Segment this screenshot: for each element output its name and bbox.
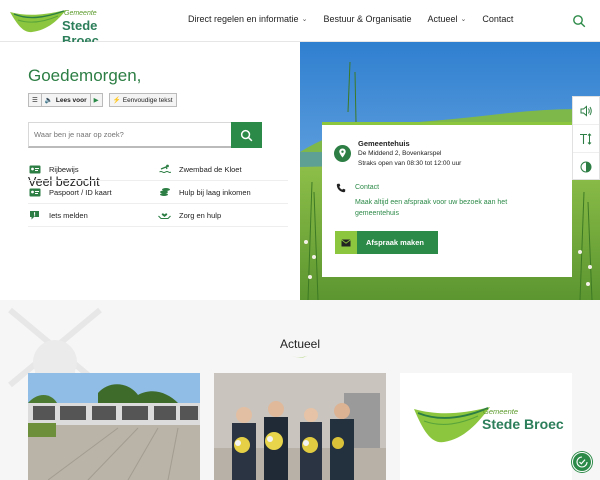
- lees-voor-label: Lees voor: [55, 96, 87, 104]
- logo-leaf-icon: [10, 10, 66, 33]
- logo-line1: Gemeente: [64, 10, 97, 17]
- quicklink-zorg-en-hulp[interactable]: Zorg en hulp: [158, 204, 288, 226]
- afspraak-note-link[interactable]: Maak altijd een afspraak voor uw bezoek …: [355, 197, 535, 219]
- site-logo[interactable]: Gemeente Stede Broec: [8, 6, 128, 48]
- contrast-icon: [580, 161, 592, 173]
- quicklink-label: Iets melden: [49, 210, 88, 220]
- lightning-icon: ⚡: [112, 97, 121, 104]
- read-aloud-control: ☰ 🔈 Lees voor ▶: [28, 93, 103, 107]
- list-row: Iets melden Zorg en hulp: [28, 204, 288, 227]
- page: Gemeente Stede Broec Direct regelen en i…: [0, 0, 600, 480]
- quicklink-label: Hulp bij laag inkomen: [179, 187, 251, 197]
- list-row: Rijbewijs Zwembad de Kloet: [28, 158, 288, 181]
- list-row: Paspoort / ID kaart Hulp bij laag inkome…: [28, 181, 288, 204]
- accessibility-check-icon: [576, 456, 588, 468]
- quicklink-hulp-laag-inkomen[interactable]: Hulp bij laag inkomen: [158, 181, 288, 203]
- speaker-icon: [580, 104, 592, 117]
- eenvoudige-tekst-label: Eenvoudige tekst: [122, 96, 173, 104]
- quicklink-iets-melden[interactable]: Iets melden: [28, 204, 158, 226]
- nav-item-contact[interactable]: Contact: [482, 14, 513, 24]
- contact-link[interactable]: Contact: [355, 184, 379, 191]
- id-card-icon: [28, 187, 41, 197]
- phone-icon: [336, 183, 346, 193]
- read-aloud-toolbar: ☰ 🔈 Lees voor ▶ ⚡ Eenvoudige tekst: [28, 93, 183, 107]
- news-card[interactable]: Gemeente Stede Broec: [400, 373, 572, 480]
- gemeentehuis-opening-hours: Straks open van 08:30 tot 12:00 uur: [358, 160, 462, 167]
- news-card[interactable]: [28, 373, 200, 480]
- id-card-icon: [28, 164, 41, 174]
- quicklink-zwembad[interactable]: Zwembad de Kloet: [158, 158, 288, 180]
- afspraak-maken-label: Afspraak maken: [366, 238, 424, 247]
- site-search: [28, 122, 262, 148]
- envelope-icon: [335, 231, 357, 254]
- contrast-button[interactable]: [573, 153, 599, 181]
- logo-line2: Stede Broec: [482, 416, 564, 432]
- quicklink-label: Rijbewijs: [49, 164, 79, 174]
- swimmer-icon: [158, 164, 171, 174]
- search-submit-button[interactable]: [231, 122, 262, 148]
- heading-underline-leaf-icon: [292, 355, 308, 358]
- map-pin-icon: [334, 145, 351, 162]
- news-card[interactable]: [214, 373, 386, 480]
- text-size-icon: [580, 132, 592, 145]
- nav-item-direct-regelen[interactable]: Direct regelen en informatie ⌄: [188, 14, 307, 24]
- nav-item-label: Contact: [482, 14, 514, 24]
- chevron-down-icon: ⌄: [460, 16, 467, 23]
- search-icon[interactable]: [572, 14, 586, 28]
- menu-icon[interactable]: ☰: [29, 94, 42, 106]
- site-header: Gemeente Stede Broec Direct regelen en i…: [0, 0, 600, 48]
- quicklink-paspoort[interactable]: Paspoort / ID kaart: [28, 181, 158, 203]
- nav-item-actueel[interactable]: Actueel ⌄: [427, 14, 466, 24]
- gemeentehuis-title: Gemeentehuis: [358, 139, 410, 148]
- chevron-down-icon: ⌄: [301, 16, 308, 23]
- actueel-heading: Actueel: [279, 337, 321, 351]
- nav-item-label: Bestuur & Organisatie: [323, 14, 412, 24]
- accessibility-settings-button[interactable]: [572, 452, 592, 472]
- gemeentehuis-address: De Middend 2, Bovenkarspel: [358, 150, 442, 157]
- news-card-image: [214, 373, 386, 480]
- play-icon[interactable]: ▶: [91, 94, 102, 106]
- speaker-icon: 🔈: [44, 97, 53, 104]
- quicklink-label: Paspoort / ID kaart: [49, 187, 112, 197]
- veel-bezocht-list: Rijbewijs Zwembad de Kloet Paspoort / ID…: [28, 158, 288, 227]
- search-icon: [240, 129, 253, 141]
- read-aloud-side-button[interactable]: [573, 97, 599, 125]
- accessibility-side-toolbar: [572, 96, 600, 180]
- afspraak-maken-button[interactable]: Afspraak maken: [335, 231, 438, 254]
- quicklink-rijbewijs[interactable]: Rijbewijs: [28, 158, 158, 180]
- gemeentehuis-card: Gemeentehuis De Middend 2, Bovenkarspel …: [322, 122, 572, 277]
- logo-line1: Gemeente: [483, 407, 519, 416]
- eenvoudige-tekst-button[interactable]: ⚡ Eenvoudige tekst: [108, 93, 177, 107]
- lees-voor-button[interactable]: 🔈 Lees voor: [42, 94, 91, 106]
- quicklink-label: Zorg en hulp: [179, 210, 222, 220]
- search-input[interactable]: [29, 123, 224, 145]
- news-card-image: [28, 373, 200, 480]
- greeting-heading: Goedemorgen,: [28, 66, 142, 85]
- logo-leaf-icon: [414, 407, 490, 443]
- nav-item-bestuur[interactable]: Bestuur & Organisatie: [323, 14, 411, 24]
- nav-item-label: Direct regelen en informatie: [188, 14, 299, 24]
- quicklink-label: Zwembad de Kloet: [179, 164, 242, 174]
- text-size-button[interactable]: [573, 125, 599, 153]
- hands-heart-icon: [158, 210, 171, 220]
- nav-item-label: Actueel: [427, 14, 458, 24]
- main-nav: Direct regelen en informatie ⌄ Bestuur &…: [188, 14, 529, 24]
- exclamation-bubble-icon: [28, 210, 41, 220]
- coins-icon: [158, 187, 171, 197]
